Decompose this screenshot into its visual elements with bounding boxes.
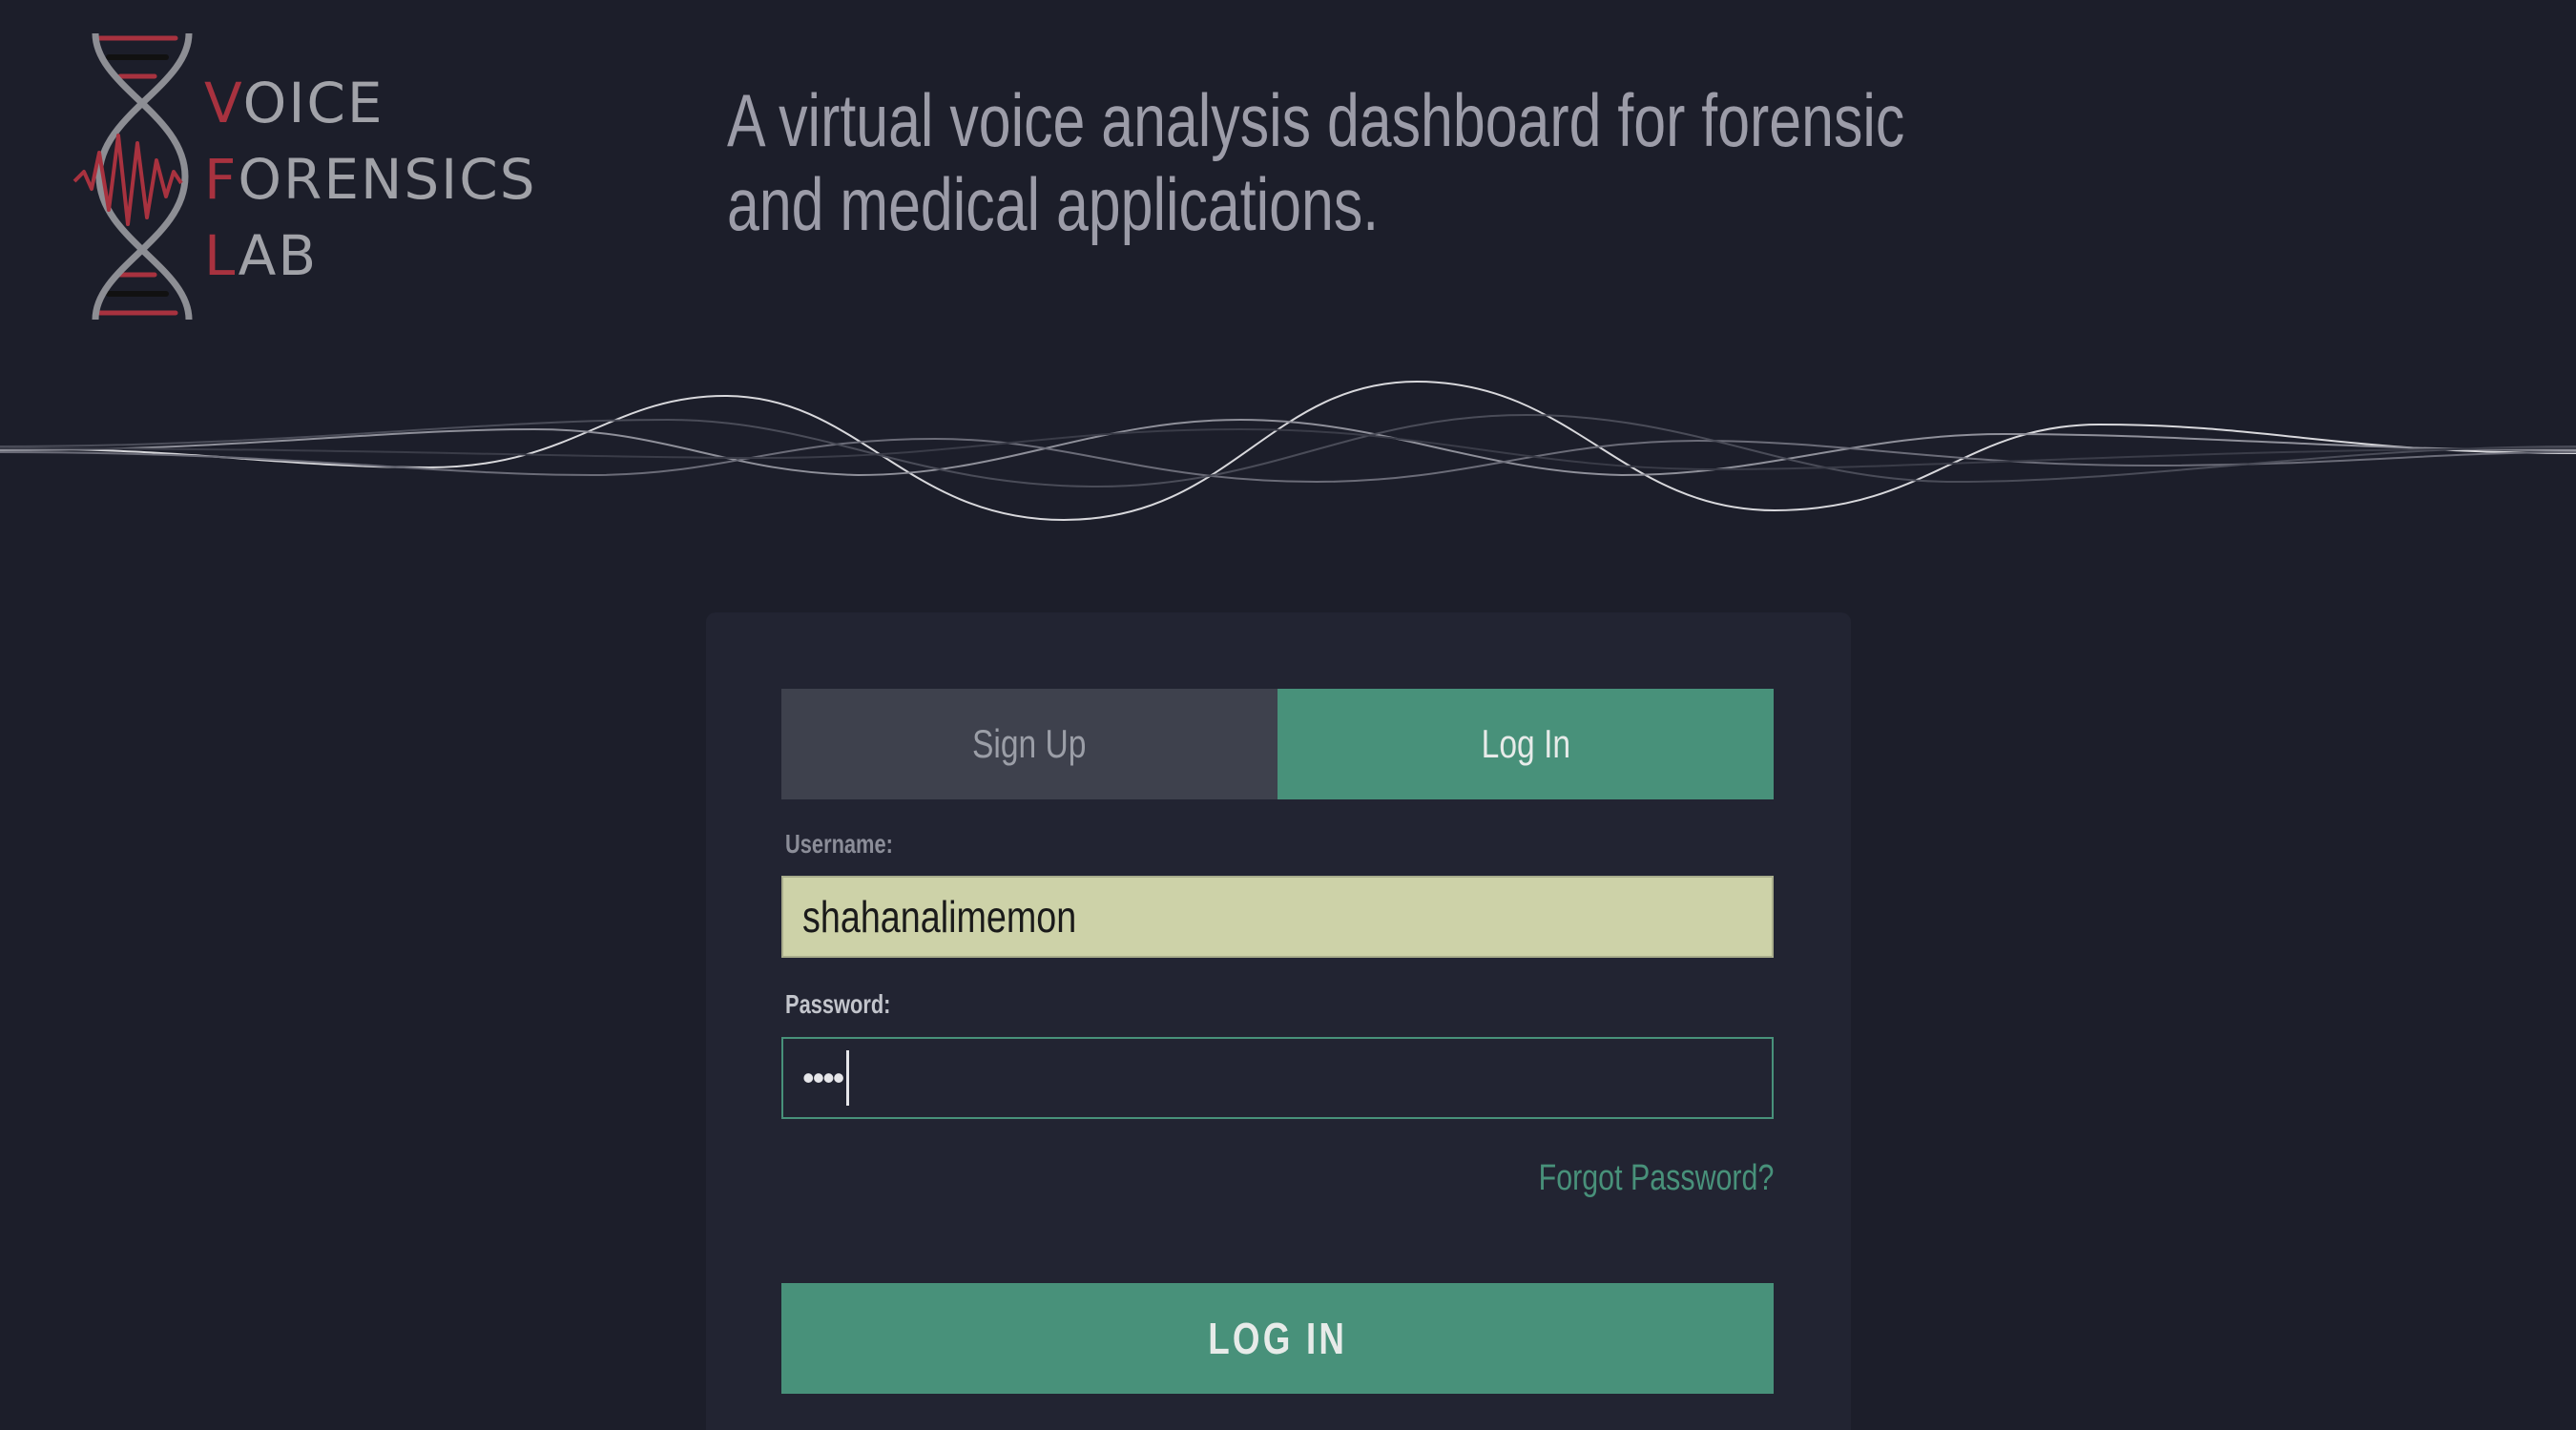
password-label: Password:	[785, 989, 891, 1019]
tagline-line-2: and medical applications.	[727, 162, 1380, 246]
logo-initial: V	[204, 71, 243, 135]
logo-word: ORENSICS	[238, 147, 537, 212]
logo-line-voice: VOICE	[204, 65, 537, 141]
dna-helix-icon	[73, 32, 193, 321]
username-value: shahanalimemon	[802, 892, 1077, 942]
logo-wordmark: VOICE FORENSICS LAB	[204, 65, 537, 294]
logo-line-lab: LAB	[204, 218, 537, 294]
soundwave-decoration	[0, 380, 2576, 522]
login-submit-label: LOG IN	[1208, 1314, 1347, 1363]
logo-line-forensics: FORENSICS	[204, 141, 537, 218]
tab-sign-up-label: Sign Up	[972, 721, 1087, 766]
brand-logo[interactable]: VOICE FORENSICS LAB	[71, 29, 535, 324]
text-caret	[846, 1050, 850, 1106]
username-field[interactable]: shahanalimemon	[781, 876, 1774, 958]
logo-word: AB	[238, 223, 319, 288]
tagline-line-1: A virtual voice analysis dashboard for f…	[727, 78, 1905, 162]
logo-initial: F	[204, 147, 239, 212]
page-tagline: A virtual voice analysis dashboard for f…	[727, 78, 1905, 246]
password-field[interactable]: ••••	[781, 1037, 1774, 1119]
login-page: VOICE FORENSICS LAB A virtual voice anal…	[0, 0, 2576, 1430]
password-value: ••••	[802, 1058, 844, 1097]
tab-log-in[interactable]: Log In	[1278, 689, 1774, 799]
auth-card: Sign Up Log In Username: shahanalimemon …	[706, 612, 1851, 1430]
logo-word: OICE	[242, 71, 384, 135]
login-submit-button[interactable]: LOG IN	[781, 1283, 1774, 1394]
tab-sign-up[interactable]: Sign Up	[781, 689, 1278, 799]
logo-initial: L	[204, 223, 239, 288]
forgot-password-link[interactable]: Forgot Password?	[1538, 1158, 1774, 1199]
tab-log-in-label: Log In	[1481, 721, 1570, 766]
auth-tabs: Sign Up Log In	[781, 689, 1774, 799]
username-label: Username:	[785, 829, 893, 859]
